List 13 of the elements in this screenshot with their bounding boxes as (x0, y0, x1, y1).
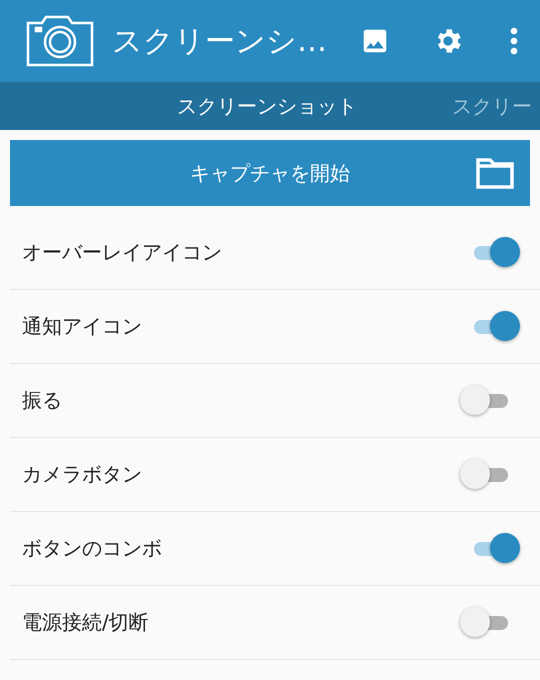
app-title: スクリーンシ… (112, 22, 328, 60)
camera-icon (26, 15, 94, 67)
tab[interactable]: スクリーンショット (177, 82, 357, 130)
setting-label: カメラボタン (22, 461, 142, 488)
tab[interactable]: スクリー (452, 82, 532, 130)
setting-label: 通知アイコン (22, 313, 142, 340)
setting-label: ボタンのコンボ (22, 535, 162, 562)
setting-label: オーバーレイアイコン (22, 239, 222, 266)
setting-label: 振る (22, 387, 62, 414)
folder-icon[interactable] (476, 157, 514, 189)
menu-icon[interactable] (510, 27, 518, 55)
setting-label: 電源接続/切断 (22, 609, 149, 636)
start-capture-button[interactable]: キャプチャを開始 (10, 140, 530, 206)
